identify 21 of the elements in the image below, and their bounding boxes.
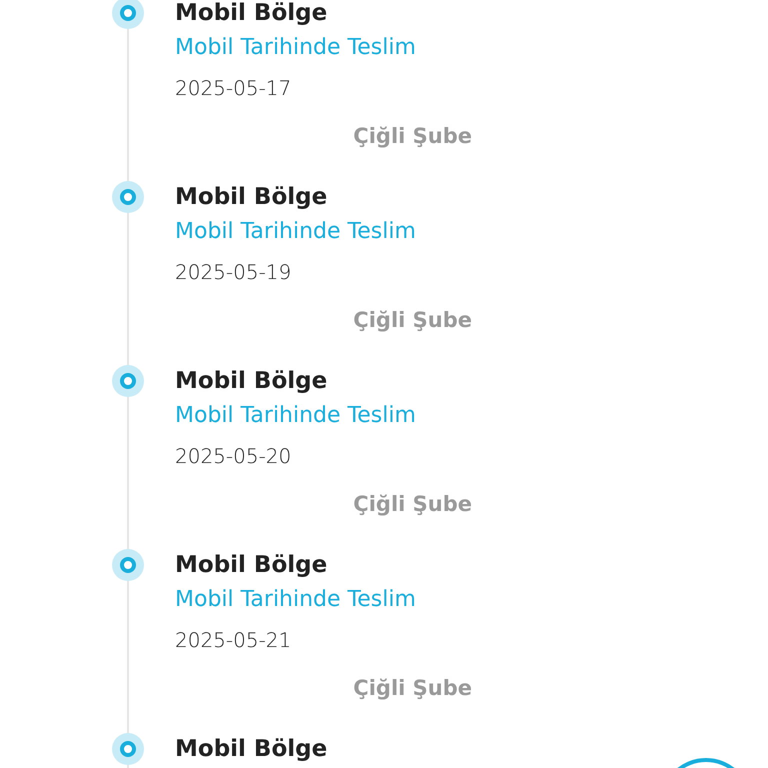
timeline-status: Mobil Tarihinde Teslim xyxy=(175,586,417,614)
timeline-title: Mobil Bölge xyxy=(175,183,328,212)
timeline-status: Mobil Tarihinde Teslim xyxy=(175,402,417,430)
timeline-date: 2025-05-19 xyxy=(175,259,292,286)
timeline-dot-icon xyxy=(112,365,144,397)
timeline-status: Mobil Tarihinde Teslim xyxy=(175,218,417,246)
timeline-date: 2025-05-17 xyxy=(175,75,292,102)
timeline-title: Mobil Bölge xyxy=(175,367,328,396)
timeline-branch: Çiğli Şube xyxy=(353,675,472,702)
timeline-dot-icon xyxy=(112,549,144,581)
timeline-title: Mobil Bölge xyxy=(175,551,328,580)
timeline-dot-icon xyxy=(112,733,144,765)
timeline-title: Mobil Bölge xyxy=(175,735,328,764)
timeline-branch: Çiğli Şube xyxy=(353,307,472,334)
timeline-branch: Çiğli Şube xyxy=(353,123,472,150)
timeline-title: Mobil Bölge xyxy=(175,0,328,28)
timeline-date: 2025-05-21 xyxy=(175,627,292,654)
timeline-dot-icon xyxy=(112,181,144,213)
timeline-status: Mobil Tarihinde Teslim xyxy=(175,34,417,62)
timeline-date: 2025-05-20 xyxy=(175,443,292,470)
timeline-branch: Çiğli Şube xyxy=(353,491,472,518)
